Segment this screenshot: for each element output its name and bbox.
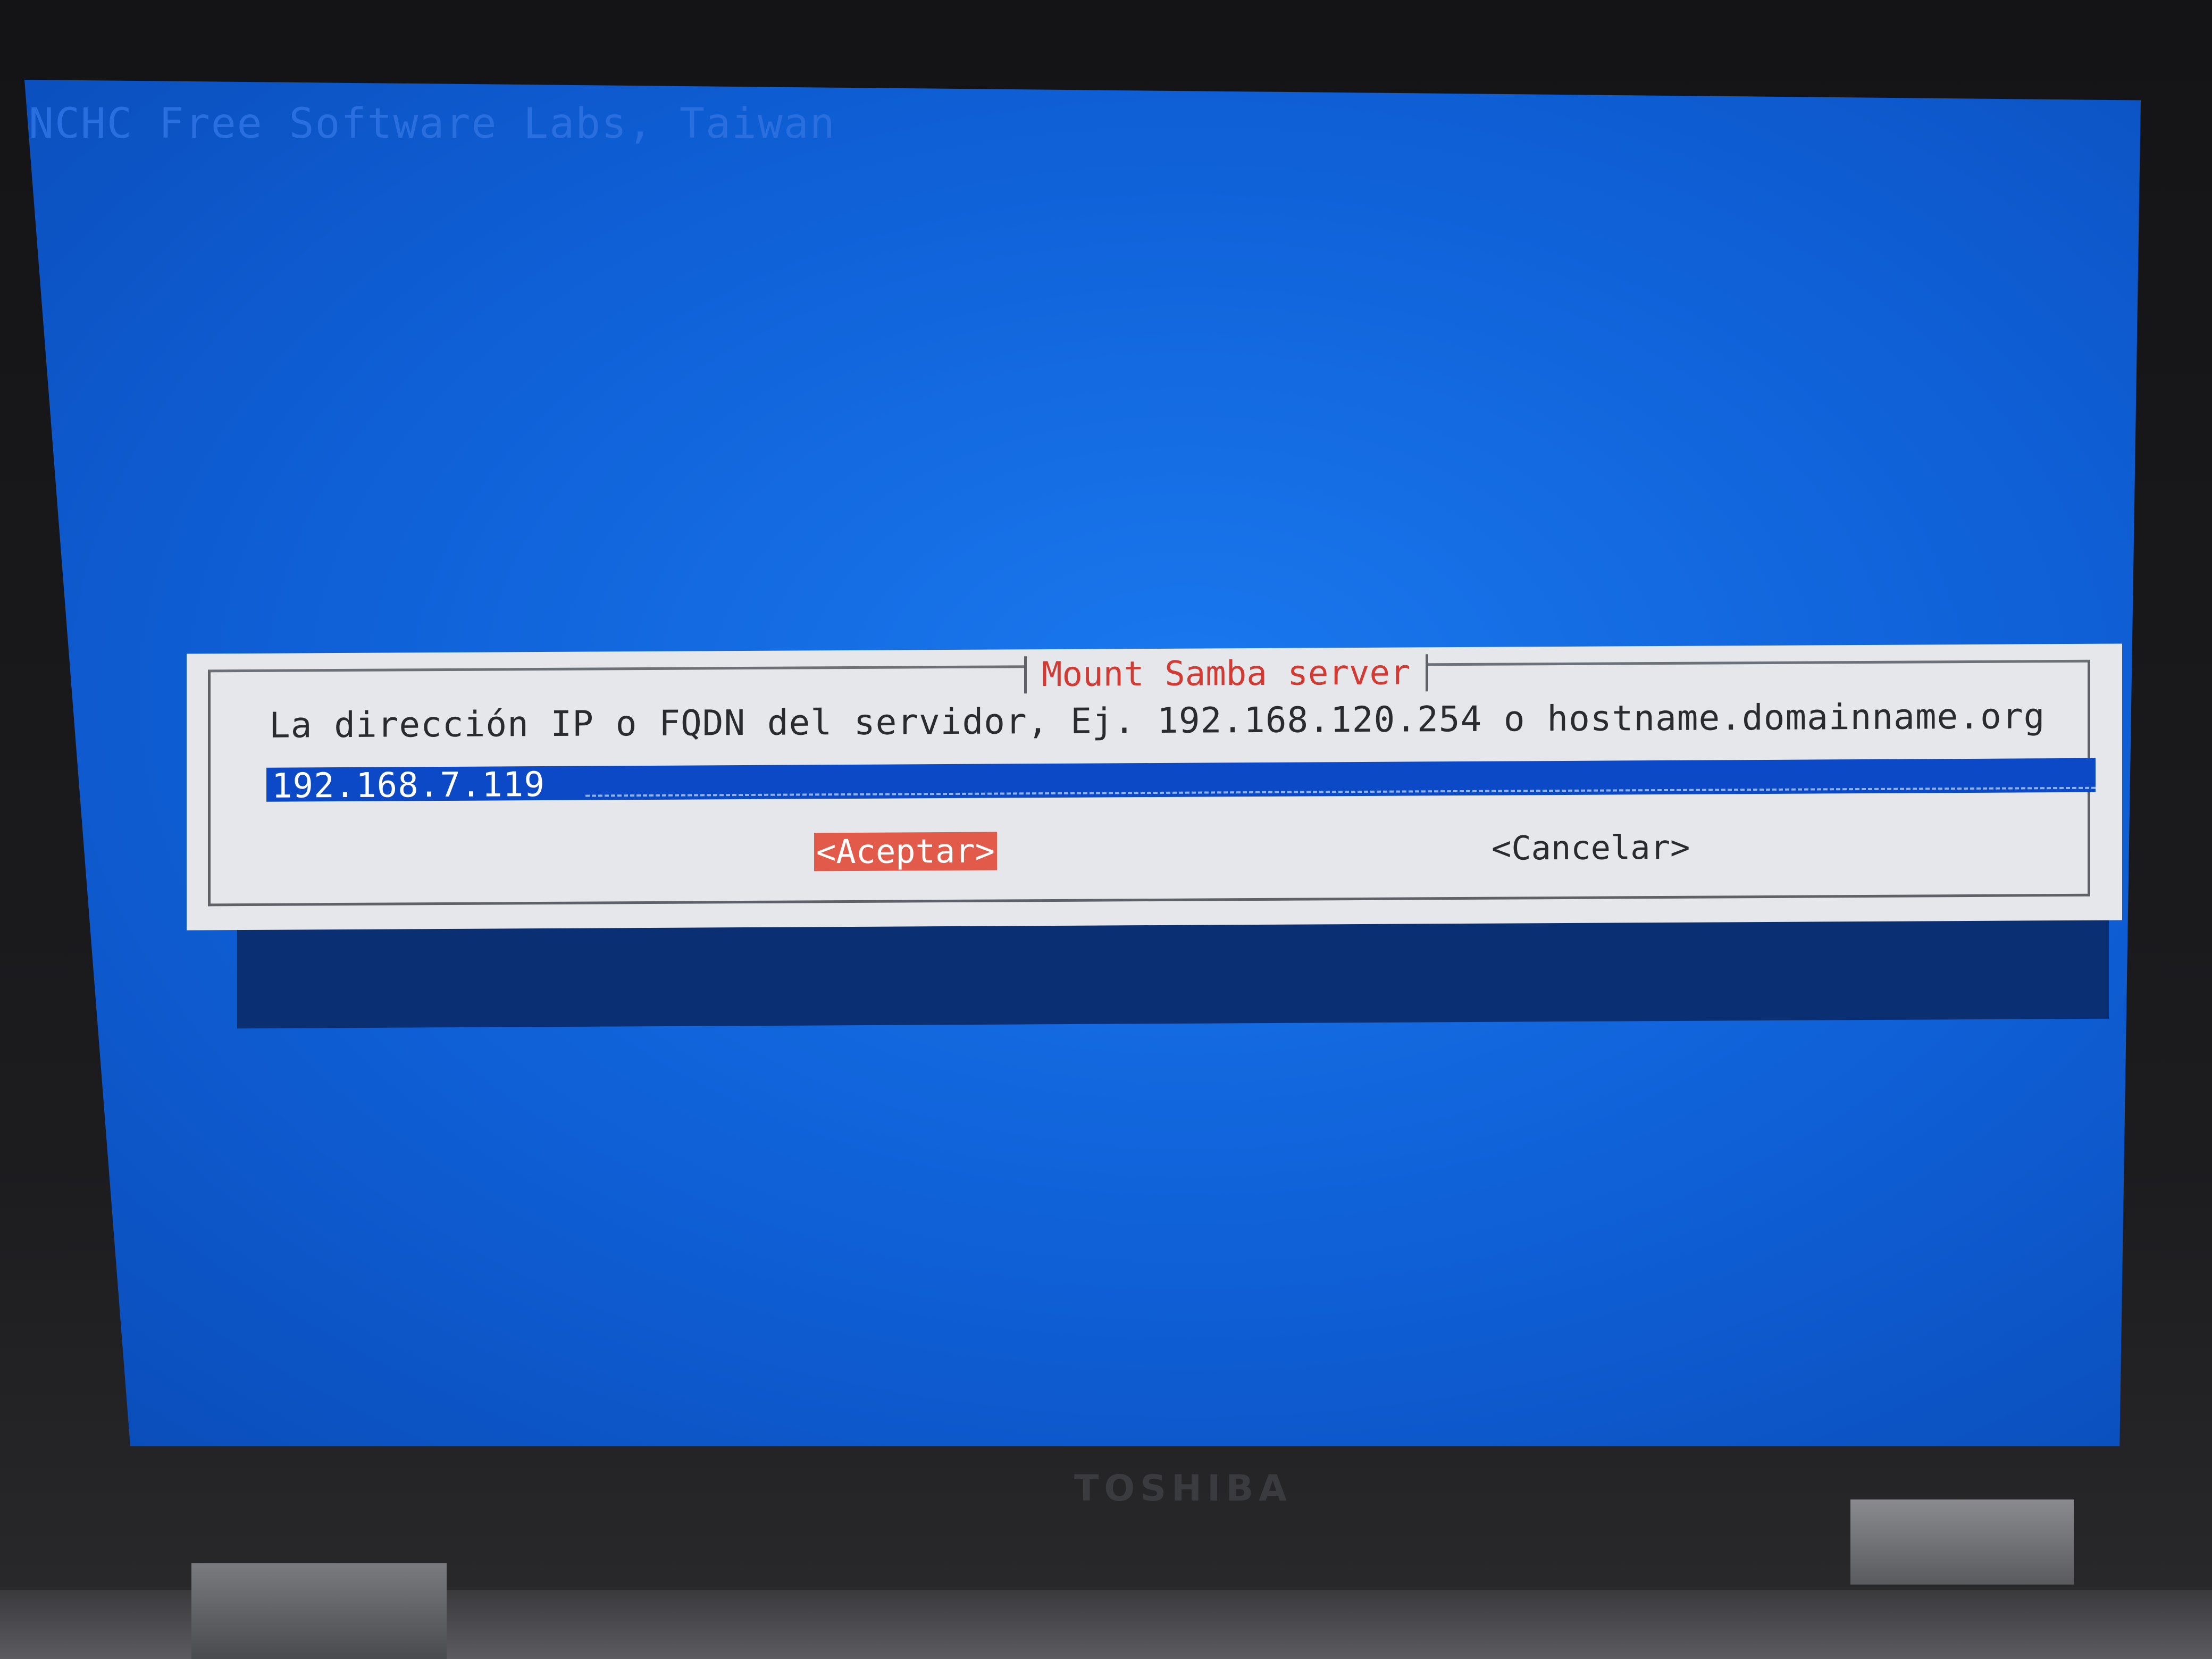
terminal-screen: NCHC Free Software Labs, Taiwan Mount Sa…: [24, 80, 2141, 1446]
dialog-frame: Mount Samba server La dirección IP o FQD…: [208, 653, 2096, 907]
accept-button[interactable]: <Aceptar>: [814, 832, 997, 872]
server-address-input[interactable]: 192.168.7.119: [266, 758, 2096, 806]
server-address-prompt: La dirección IP o FQDN del servidor, Ej.…: [269, 696, 2046, 746]
backtitle: NCHC Free Software Labs, Taiwan: [29, 100, 836, 148]
hinge-left: [191, 1563, 447, 1659]
dialog-shadow: [237, 912, 2109, 1029]
brand-logo: TOSHIBA: [1074, 1468, 1292, 1510]
dialog-title: Mount Samba server: [1024, 653, 1428, 694]
server-address-value: 192.168.7.119: [272, 765, 545, 806]
hinge-right: [1850, 1499, 2074, 1585]
laptop-photo: NCHC Free Software Labs, Taiwan Mount Sa…: [0, 0, 2212, 1659]
mount-samba-dialog: Mount Samba server La dirección IP o FQD…: [187, 643, 2122, 931]
input-fill-underline: [585, 786, 2096, 797]
cancel-button[interactable]: <Cancelar>: [1489, 828, 1692, 868]
